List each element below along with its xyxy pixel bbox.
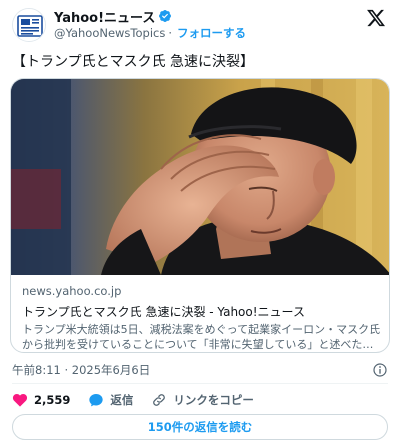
tweet-actions: 2,559 返信 リンクをコピー [12,391,272,409]
account-handle[interactable]: @YahooNewsTopics [54,26,165,40]
read-replies-button[interactable]: 150件の返信を読む [12,414,388,440]
tweet-embed: Yahoo!ニュース @YahooNewsTopics · フォローする 【トラ… [0,0,400,448]
copy-link-button[interactable]: リンクをコピー [151,392,254,408]
info-icon[interactable] [372,362,388,378]
tweet-text: 【トランプ氏とマスク氏 急速に決裂】 [12,54,255,70]
link-icon [153,394,166,406]
reply-button[interactable]: 返信 [88,392,133,408]
copy-link-label: リンクをコピー [173,393,254,407]
heart-icon [12,393,28,407]
link-title: トランプ氏とマスク氏 急速に決裂 - Yahoo!ニュース [22,305,305,319]
tweet-timestamp[interactable]: 午前8:11 · 2025年6月6日 [12,363,150,377]
link-domain: news.yahoo.co.jp [22,284,122,298]
link-preview-card[interactable]: news.yahoo.co.jp トランプ氏とマスク氏 急速に決裂 - Yaho… [10,78,390,353]
link-preview-meta[interactable]: news.yahoo.co.jp トランプ氏とマスク氏 急速に決裂 - Yaho… [11,275,389,352]
link-description-line2: から批判を受けていることについて「非常に失望している」と述べた… [22,338,374,351]
like-button[interactable]: 2,559 [12,392,70,408]
link-preview-image[interactable] [11,79,389,275]
verified-badge-icon [159,10,172,22]
like-count: 2,559 [34,393,71,407]
yahoo-news-logo-icon [13,9,45,41]
account-avatar[interactable] [12,8,46,42]
reply-label: 返信 [110,393,134,407]
reply-icon [89,394,104,407]
tweet-timestamp-row: 午前8:11 · 2025年6月6日 [12,362,388,378]
follow-button[interactable]: フォローする [177,25,246,41]
handle-separator: · [168,26,172,40]
account-name[interactable]: Yahoo!ニュース [54,7,155,26]
x-logo-icon[interactable] [366,8,386,28]
tweet-header: Yahoo!ニュース @YahooNewsTopics · フォローする [12,6,388,46]
divider [12,383,388,384]
link-description-line1: トランプ米大統領は5日、減税法案をめぐって起業家イーロン・マスク氏 [22,323,380,336]
